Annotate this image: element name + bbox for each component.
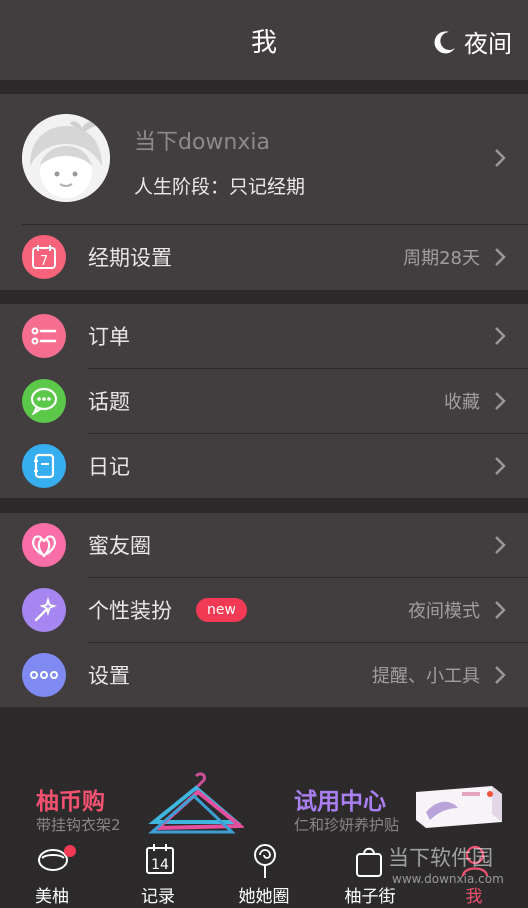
menu-item-orders[interactable]: 订单 — [0, 304, 528, 368]
calendar-badge: 7 — [22, 235, 66, 279]
orders-label: 订单 — [88, 325, 130, 349]
period-settings-label: 经期设置 — [88, 246, 172, 270]
calendar-icon: 7 — [32, 245, 56, 269]
list-icon — [31, 327, 57, 345]
moon-icon — [434, 30, 455, 53]
friends-circle-label: 蜜友圈 — [88, 534, 151, 558]
username: 当下downxia — [134, 130, 270, 155]
promo-trial-center-title: 试用中心 — [294, 789, 386, 815]
topics-favorites-value: 收藏 — [444, 392, 480, 413]
avatar-girl-icon — [22, 114, 110, 202]
menu-item-friends-circle[interactable]: 蜜友圈 — [0, 513, 528, 577]
product-box-image — [416, 786, 502, 828]
menu-item-themes[interactable]: 个性装扮 new 夜间模式 — [0, 578, 528, 642]
profile-card: 当下downxia 人生阶段：只记经期 7 经期设置 周期28天 — [0, 94, 528, 290]
themes-night-mode-value: 夜间模式 — [408, 601, 480, 622]
menu-group-social: 蜜友圈 个性装扮 new 夜间模式 设置 提醒、小工具 — [0, 513, 528, 707]
friends-circle-badge — [22, 523, 66, 567]
profile-row[interactable] — [0, 94, 528, 224]
watermark-text: 当下软件园 — [388, 846, 493, 870]
tab-label: 美柚 — [35, 887, 69, 907]
period-cycle-value: 周期28天 — [403, 248, 480, 269]
settings-badge — [22, 653, 66, 697]
promo-coin-shop-subtitle: 带挂钩衣架2 — [36, 816, 121, 834]
promo-trial-center-subtitle: 仁和珍妍养护贴 — [294, 816, 400, 834]
night-mode-label: 夜间 — [464, 30, 512, 58]
hanger-image — [148, 772, 244, 834]
period-settings-row[interactable]: 7 经期设置 周期28天 — [0, 225, 528, 289]
menu-item-settings[interactable]: 设置 提醒、小工具 — [0, 643, 528, 707]
calendar-icon: 14 — [146, 844, 174, 874]
chevron-right-icon — [495, 327, 506, 345]
tab-label: 她她圈 — [238, 887, 290, 907]
new-badge: new — [196, 598, 247, 622]
calendar-tab-day: 14 — [151, 857, 169, 873]
chevron-right-icon — [495, 666, 506, 684]
chevron-right-icon — [495, 536, 506, 554]
tab-meiyou[interactable]: 美柚 — [0, 840, 104, 908]
topics-badge — [22, 379, 66, 423]
watermark-url: www.downxia.com — [392, 872, 504, 886]
menu-item-diary[interactable]: 日记 — [0, 434, 528, 498]
chevron-right-icon — [495, 149, 506, 167]
themes-badge — [22, 588, 66, 632]
notebook-icon — [34, 453, 55, 479]
settings-tools-value: 提醒、小工具 — [372, 666, 480, 687]
bowl-icon — [38, 845, 76, 871]
bag-icon — [356, 847, 382, 877]
tab-record[interactable]: 14 记录 — [106, 840, 210, 908]
promo-trial-center[interactable]: 试用中心 仁和珍妍养护贴 — [264, 768, 528, 838]
menu-group-orders: 订单 话题 收藏 日记 — [0, 304, 528, 498]
topics-label: 话题 — [88, 390, 130, 414]
settings-label: 设置 — [88, 664, 130, 688]
lollipop-icon — [254, 844, 276, 878]
avatar[interactable] — [22, 114, 110, 202]
hearts-icon — [32, 535, 56, 558]
calendar-day: 7 — [40, 254, 48, 269]
chevron-right-icon — [495, 248, 506, 266]
magic-wand-icon — [34, 596, 57, 622]
orders-badge — [22, 314, 66, 358]
diary-label: 日记 — [88, 455, 130, 479]
chat-bubble-icon — [30, 387, 58, 415]
diary-badge — [22, 444, 66, 488]
top-header: 我 夜间 — [0, 0, 528, 80]
menu-item-topics[interactable]: 话题 收藏 — [0, 369, 528, 433]
promo-coin-shop[interactable]: 柚币购 带挂钩衣架2 — [0, 768, 264, 838]
chevron-right-icon — [495, 392, 506, 410]
chevron-right-icon — [495, 457, 506, 475]
more-dots-icon — [30, 671, 58, 679]
tab-her-circle[interactable]: 她她圈 — [212, 840, 316, 908]
chevron-right-icon — [495, 601, 506, 619]
tab-label: 记录 — [141, 887, 175, 907]
promo-coin-shop-title: 柚币购 — [36, 789, 105, 815]
night-mode-toggle[interactable]: 夜间 — [432, 24, 512, 59]
life-stage: 人生阶段：只记经期 — [134, 176, 306, 198]
themes-label: 个性装扮 — [88, 599, 172, 623]
